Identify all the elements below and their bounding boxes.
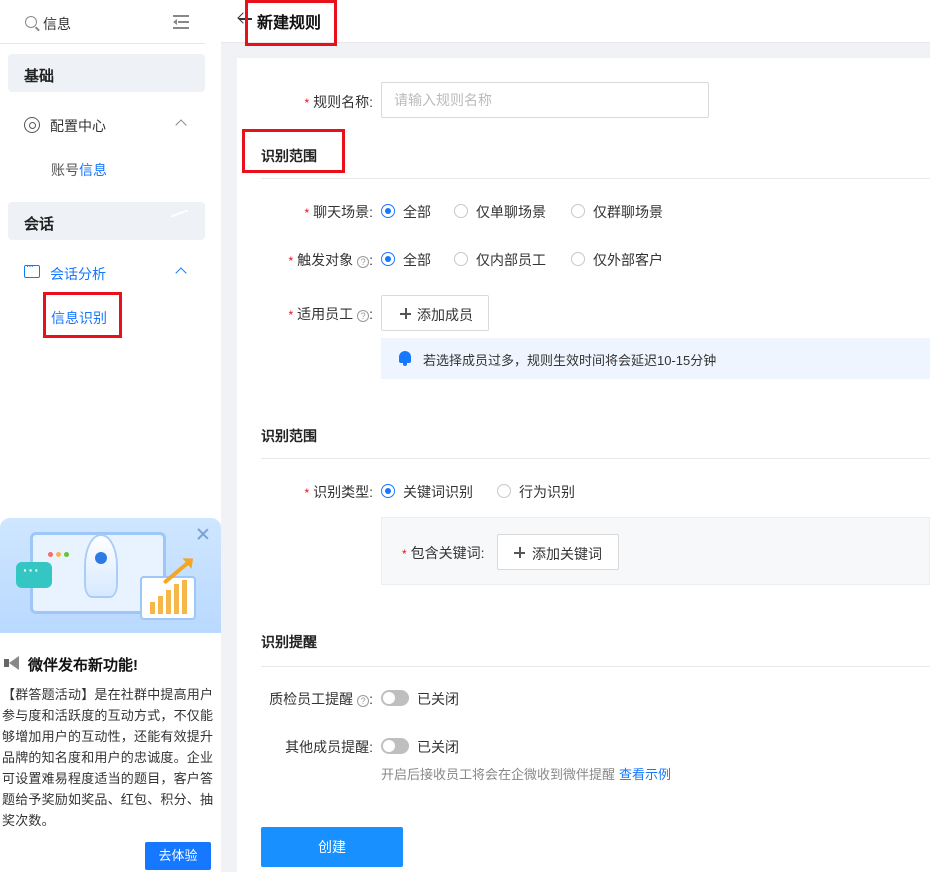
other-alert-state: 已关闭 — [417, 739, 459, 755]
promo-title: 微伴发布新功能! — [28, 657, 138, 674]
add-member-button[interactable]: 添加成员 — [381, 295, 489, 331]
rule-name-label: * 规则名称: — [304, 94, 373, 110]
button-label: 添加成员 — [417, 307, 473, 323]
chevron-up-icon — [175, 119, 187, 131]
applicable-staff-label: * 适用员工?: — [288, 306, 373, 322]
highlight-box — [245, 0, 337, 46]
required-mark: * — [304, 486, 310, 500]
required-mark: * — [288, 308, 294, 322]
window-dots-icon — [48, 544, 78, 557]
promo-banner-illustration — [0, 518, 221, 633]
radio-label: 全部 — [403, 204, 431, 220]
recognition-type-label: * 识别类型: — [304, 484, 373, 500]
radio-label: 仅外部客户 — [593, 252, 663, 268]
keyword-panel: * 包含关键词: 添加关键词 — [381, 517, 930, 585]
collapse-menu-icon[interactable] — [173, 15, 189, 29]
chevron-up-icon — [175, 267, 187, 279]
trigger-target-label: * 触发对象?: — [288, 252, 373, 268]
radio-label: 全部 — [403, 252, 431, 268]
bar-chart-icon — [140, 576, 196, 620]
promo-card: 微伴发布新功能! 【群答题活动】是在社群中提高用户参与度和活跃度的互动方式，不仅… — [0, 518, 221, 872]
sidebar-item-label: 会话分析 — [50, 266, 106, 282]
help-icon[interactable]: ? — [357, 695, 370, 707]
section-title-scope: 识别范围 — [261, 428, 317, 444]
view-example-link[interactable]: 查看示例 — [619, 767, 671, 782]
radio-dot — [571, 204, 585, 218]
qc-alert-label: 质检员工提醒?: — [269, 691, 373, 707]
notice-text: 若选择成员过多，规则生效时间将会延迟10-15分钟 — [423, 353, 717, 368]
highlight-box — [43, 292, 122, 338]
notice-banner: 若选择成员过多，规则生效时间将会延迟10-15分钟 — [381, 338, 930, 379]
keywords-label: * 包含关键词: — [402, 545, 485, 561]
search-icon — [25, 16, 37, 28]
try-it-button[interactable]: 去体验 — [145, 842, 211, 870]
radio-dot — [571, 252, 585, 266]
chat-scene-label: * 聊天场景: — [304, 204, 373, 220]
sidebar-item-session-analysis[interactable]: 会话分析 — [22, 261, 205, 285]
required-mark: * — [304, 96, 310, 110]
radio-label: 仅内部员工 — [476, 252, 546, 268]
rule-form: *规则名称: 识别范围 *聊天场景: 全部 仅单聊场景 仅群聊场景 *触发对象?… — [237, 58, 930, 872]
section-divider — [261, 178, 930, 179]
section-divider — [261, 458, 930, 459]
promo-description: 【群答题活动】是在社群中提高用户参与度和活跃度的互动方式，不仅能够增加用户的互动… — [2, 687, 214, 828]
radio-label: 仅群聊场景 — [593, 204, 663, 220]
sidebar-group-session[interactable]: 会话 — [8, 202, 205, 240]
required-mark: * — [402, 547, 407, 561]
create-button[interactable]: 创建 — [261, 827, 403, 867]
other-alert-label: 其他成员提醒: — [285, 739, 373, 755]
chat-bubble-icon — [16, 562, 52, 588]
radio-label: 关键词识别 — [403, 484, 473, 500]
help-icon[interactable]: ? — [357, 256, 370, 268]
help-icon[interactable]: ? — [357, 310, 370, 322]
sidebar-group-label: 会话 — [24, 216, 55, 233]
sidebar-group-label: 基础 — [24, 68, 55, 85]
megaphone-icon — [4, 656, 22, 670]
required-mark: * — [288, 254, 294, 268]
radio-label: 仅单聊场景 — [476, 204, 546, 220]
radio-dot — [381, 484, 395, 498]
gear-icon — [24, 117, 40, 133]
sidebar-item-config-center[interactable]: 配置中心 — [22, 113, 205, 137]
hint-text: 开启后接收员工将会在企微收到微伴提醒 — [381, 767, 616, 782]
radio-dot — [381, 204, 395, 218]
radio-dot — [381, 252, 395, 266]
sidebar-group-basic[interactable]: 基础 — [8, 54, 205, 92]
sidebar-search[interactable]: 信息 — [0, 0, 205, 44]
other-alert-toggle[interactable] — [381, 738, 409, 754]
plus-icon — [400, 309, 411, 318]
qc-alert-state: 已关闭 — [417, 691, 459, 707]
section-divider — [261, 666, 930, 667]
add-keyword-button[interactable]: 添加关键词 — [497, 534, 619, 570]
sidebar: 信息 基础 配置中心 账号信息 会话 会话分析 信息识别 — [0, 0, 221, 872]
search-input[interactable]: 信息 — [43, 14, 71, 34]
alert-hint: 开启后接收员工将会在企微收到微伴提醒 查看示例 — [381, 764, 671, 783]
highlight-box — [242, 129, 345, 173]
radio-dot — [454, 204, 468, 218]
search-highlight: 信息 — [79, 162, 107, 178]
sidebar-item-label: 配置中心 — [50, 118, 106, 134]
plus-icon — [514, 548, 525, 557]
close-icon[interactable] — [197, 528, 209, 540]
button-label: 添加关键词 — [532, 546, 602, 562]
sidebar-subitem-account-info[interactable]: 账号信息 — [51, 160, 107, 180]
chat-analysis-icon — [24, 261, 40, 278]
bell-icon — [399, 351, 411, 366]
rule-name-input[interactable] — [381, 82, 709, 118]
required-mark: * — [304, 206, 310, 220]
section-title-alert: 识别提醒 — [261, 634, 317, 650]
radio-dot — [454, 252, 468, 266]
sidebar-subitem-label: 账号 — [51, 162, 79, 178]
radio-label: 行为识别 — [519, 484, 575, 500]
rocket-icon — [86, 536, 116, 596]
qc-alert-toggle[interactable] — [381, 690, 409, 706]
radio-dot — [497, 484, 511, 498]
